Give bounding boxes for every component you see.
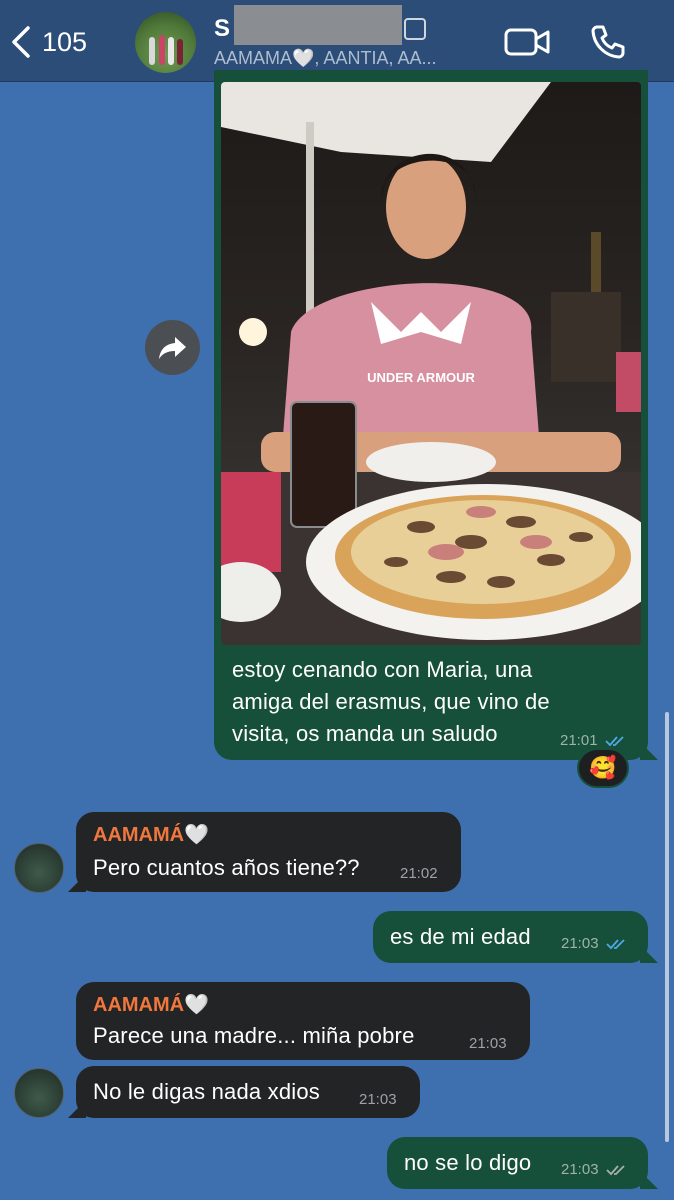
bubble-tail bbox=[640, 742, 658, 760]
incoming-message-bubble[interactable]: AAMAMÁ🤍 Parece una madre... miña pobre 2… bbox=[76, 982, 530, 1060]
phone-icon bbox=[591, 25, 625, 59]
chat-title: S bbox=[214, 5, 494, 45]
unread-count: 105 bbox=[42, 26, 88, 57]
group-avatar[interactable] bbox=[135, 12, 196, 73]
participants-list: AAMAMA🤍, AANTIA, AA... bbox=[214, 48, 437, 68]
outgoing-message-bubble[interactable]: no se lo digo 21:03 bbox=[387, 1137, 648, 1189]
sender-name[interactable]: AAMAMÁ🤍 bbox=[93, 992, 209, 1017]
video-camera-icon bbox=[504, 28, 550, 56]
forward-button[interactable] bbox=[145, 320, 200, 375]
message-text: No le digas nada xdios bbox=[93, 1079, 320, 1104]
incoming-message-bubble[interactable]: No le digas nada xdios 21:03 bbox=[76, 1066, 420, 1118]
message-time-text: 21:03 bbox=[561, 935, 599, 952]
caption-line: estoy cenando con Maria, una bbox=[232, 657, 533, 682]
message-text: Parece una madre... miña pobre bbox=[93, 1023, 415, 1048]
photo-image: UNDER ARMOUR bbox=[221, 82, 641, 645]
chat-title-block[interactable]: S AAMAMA🤍, AANTIA, AA... bbox=[214, 5, 494, 69]
message-time: 21:03 bbox=[561, 1161, 628, 1178]
sender-avatar[interactable] bbox=[14, 1068, 64, 1118]
caption-line: visita, os manda un saludo bbox=[232, 721, 498, 746]
message-time: 21:03 bbox=[561, 935, 628, 952]
message-time: 21:02 bbox=[400, 865, 438, 882]
delivered-ticks-icon bbox=[606, 1165, 625, 1176]
sender-avatar[interactable] bbox=[14, 843, 64, 893]
voice-call-button[interactable] bbox=[588, 22, 636, 62]
video-call-button[interactable] bbox=[503, 22, 551, 62]
message-time: 21:03 bbox=[469, 1035, 507, 1052]
chevron-left-icon bbox=[12, 26, 30, 58]
message-time: 21:03 bbox=[359, 1091, 397, 1108]
message-text: es de mi edad bbox=[390, 924, 531, 949]
redacted-title bbox=[234, 5, 403, 45]
message-time-text: 21:01 bbox=[560, 732, 598, 749]
shirt-logo-text: UNDER ARMOUR bbox=[367, 370, 475, 385]
caption-line: amiga del erasmus, que vino de bbox=[232, 689, 550, 714]
back-button[interactable]: 105 bbox=[8, 16, 118, 68]
message-time: 21:01 bbox=[560, 732, 627, 749]
scrollbar[interactable] bbox=[665, 712, 669, 1142]
reaction-badge[interactable]: 🥰 bbox=[577, 748, 629, 788]
photo-message-bubble[interactable]: UNDER ARMOUR estoy cenando con Maria, un… bbox=[214, 70, 648, 760]
read-ticks-icon bbox=[605, 736, 624, 747]
reaction-emoji: 🥰 bbox=[589, 755, 617, 780]
incoming-message-bubble[interactable]: AAMAMÁ🤍 Pero cuantos años tiene?? 21:02 bbox=[76, 812, 461, 892]
message-photo[interactable]: UNDER ARMOUR bbox=[221, 82, 641, 645]
sender-name[interactable]: AAMAMÁ🤍 bbox=[93, 822, 209, 847]
message-text: no se lo digo bbox=[404, 1150, 532, 1175]
title-emoji-icon bbox=[404, 18, 427, 40]
bubble-tail bbox=[640, 945, 658, 963]
message-time-text: 21:03 bbox=[561, 1161, 599, 1178]
outgoing-message-bubble[interactable]: es de mi edad 21:03 bbox=[373, 911, 648, 963]
forward-arrow-icon bbox=[159, 337, 186, 359]
message-text: Pero cuantos años tiene?? bbox=[93, 855, 360, 880]
chat-title-text: S bbox=[214, 15, 231, 42]
read-ticks-icon bbox=[606, 939, 625, 950]
photo-caption: estoy cenando con Maria, una amiga del e… bbox=[232, 654, 550, 750]
